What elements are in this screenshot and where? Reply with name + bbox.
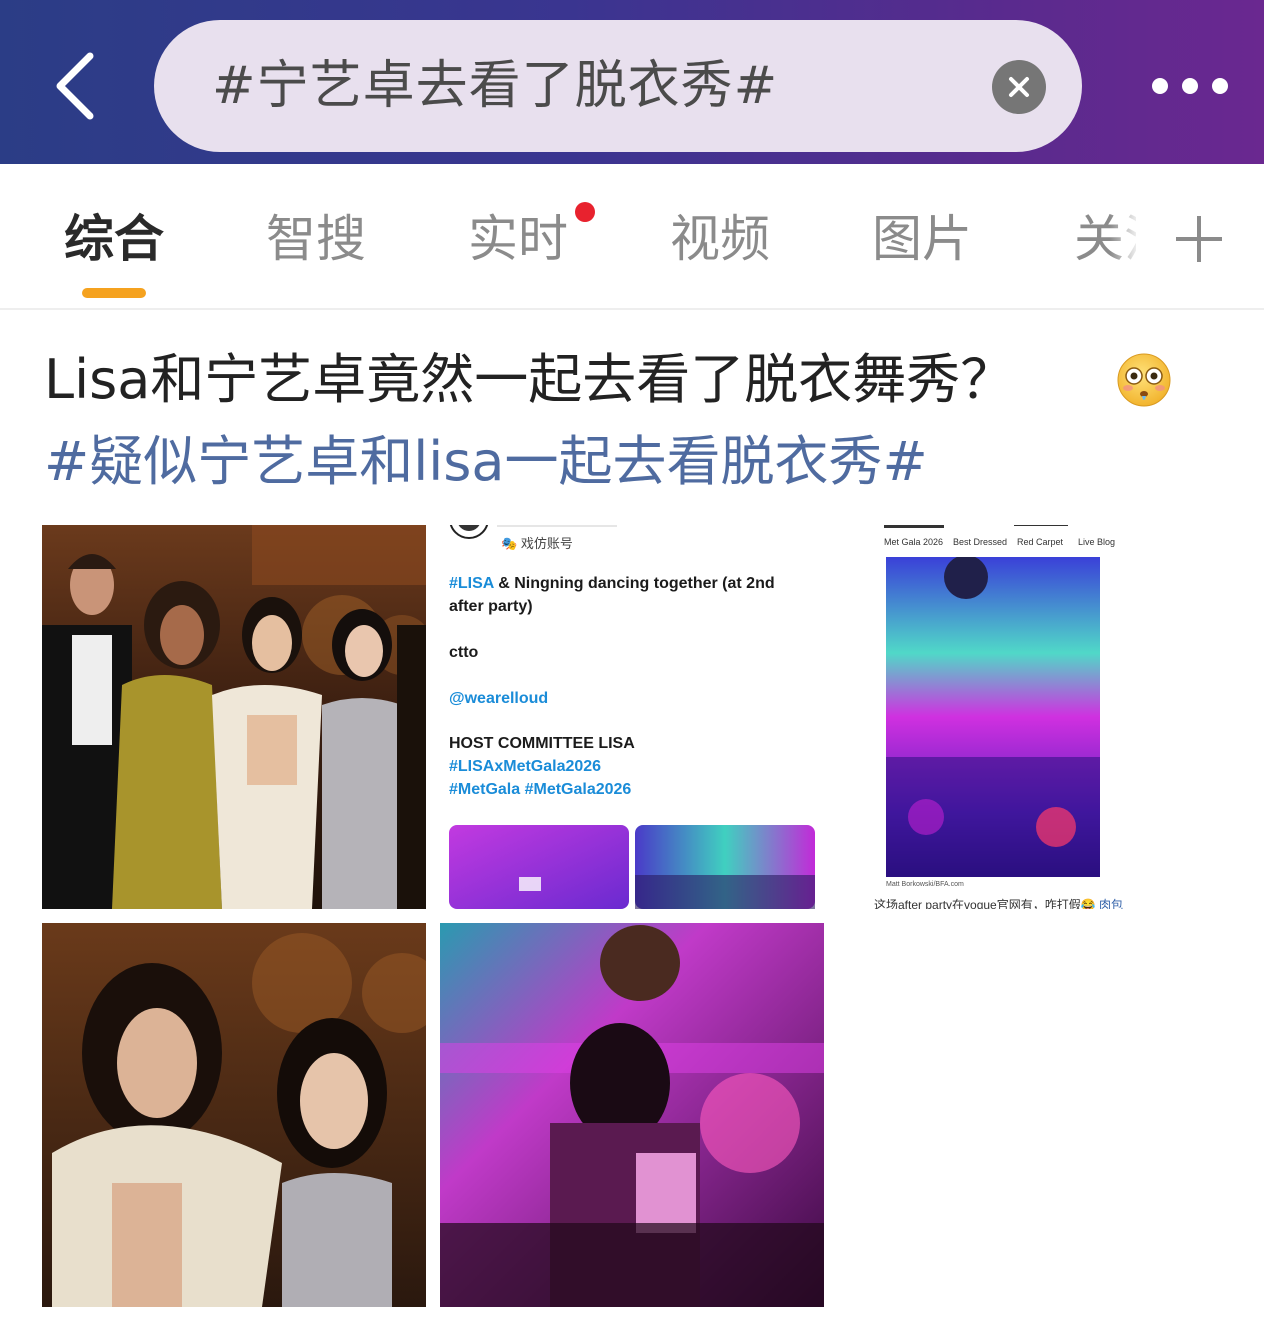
vogue-nav-4: Live Blog [1078,537,1116,547]
post-image-5[interactable] [440,923,824,1307]
clear-search-button[interactable] [992,60,1046,114]
search-box[interactable]: #宁艺卓去看了脱衣秀# [154,20,1082,152]
clear-x-icon [1009,77,1029,97]
more-options-button[interactable] [1146,68,1234,104]
post-image-1[interactable] [42,525,426,909]
avatar [449,525,489,539]
vogue-nav-2: Best Dressed [953,537,1008,547]
post-image-4[interactable] [42,923,426,1307]
notification-dot [575,202,595,222]
vogue-caption: 这场after party在vogue官网有，咋打假😂 肉包 [874,898,1124,909]
photo-credit: Matt Borkowski/BFA.com [886,881,964,888]
tweet-media-thumbnails [449,825,815,909]
vogue-nav-3: Red Carpet [1017,537,1064,547]
post-image-3-vogue[interactable]: Met Gala 2026 Best Dressed Red Carpet Li… [866,525,1136,909]
vogue-nav-1: Met Gala 2026 [884,537,944,547]
top-bar: #宁艺卓去看了脱衣秀# [0,0,1264,164]
add-tab-button[interactable] [1172,212,1226,266]
tweet-line-3: ctto [449,644,479,661]
plus-icon [1176,216,1222,262]
tab-fade-overlay [1110,180,1154,300]
tweet-line-2: after party) [449,598,533,615]
tweet-hashtag-1: #LISAxMetGala2026 [449,758,602,775]
username-cutoff [497,525,617,527]
tweet-mention: @wearelloud [449,690,549,707]
post-image-2-tweet[interactable]: 🎭 戏仿账号 #LISA & Ningning dancing together… [441,525,825,909]
more-dots-icon [1152,78,1168,94]
tab-smart-search[interactable]: 智搜 [266,204,366,274]
tab-realtime[interactable]: 实时 [468,204,568,274]
back-button[interactable] [44,48,108,124]
tweet-line-1: #LISA & Ningning dancing together (at 2n… [449,575,775,592]
tweet-line-5: HOST COMMITTEE LISA [449,735,635,752]
more-dots-icon [1182,78,1198,94]
search-query[interactable]: #宁艺卓去看了脱衣秀# [212,50,778,122]
tab-comprehensive[interactable]: 综合 [64,204,164,274]
parody-account-label: 🎭 戏仿账号 [501,536,573,551]
tab-video[interactable]: 视频 [670,204,770,274]
cutoff-heading [884,525,944,528]
active-tab-indicator [82,288,146,298]
party-photo [886,557,1100,877]
post-hashtag[interactable]: #疑似宁艺卓和lisa一起去看脱衣秀# [44,426,928,498]
back-chevron-icon [56,52,94,120]
tweet-hashtag-2: #MetGala #MetGala2026 [449,781,632,798]
flushed-face-emoji [1116,352,1172,408]
cutoff-rule [1014,525,1068,526]
post-title: Lisa和宁艺卓竟然一起去看了脱衣舞秀？ [44,348,1015,411]
more-dots-icon [1212,78,1228,94]
tab-images[interactable]: 图片 [872,204,972,274]
